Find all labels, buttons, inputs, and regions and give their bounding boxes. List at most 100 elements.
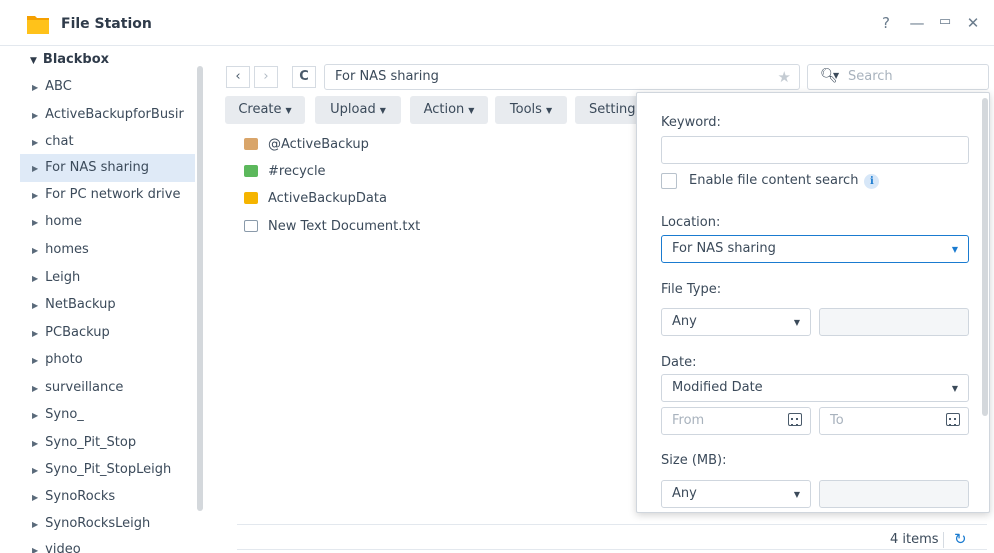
calendar-icon[interactable] [946, 413, 960, 426]
caret-right-icon: ▶ [32, 111, 39, 120]
caret-right-icon: ▶ [32, 356, 39, 365]
size-value-input[interactable] [819, 480, 969, 508]
date-from-input[interactable]: From [661, 407, 811, 435]
location-value: For NAS sharing [672, 241, 776, 256]
tree-item-label: homes [45, 242, 89, 257]
keyword-input[interactable] [661, 136, 969, 164]
refresh-icon[interactable]: ↻ [954, 530, 967, 548]
tree-item-syno[interactable]: ▶ Syno_ [20, 401, 195, 429]
tree-item-surveillance[interactable]: ▶ surveillance [20, 374, 195, 402]
date-to-input[interactable]: To [819, 407, 969, 435]
caret-down-icon: ▼ [285, 106, 292, 115]
caret-right-icon: ▶ [32, 493, 39, 502]
file-row[interactable]: #recycle [244, 159, 326, 185]
location-select[interactable]: For NAS sharing ▼ [661, 235, 969, 263]
refresh-button[interactable]: C [292, 66, 316, 88]
tree-item-label: Leigh [45, 270, 81, 285]
tree-item-chat[interactable]: ▶ chat [20, 128, 195, 156]
caret-down-icon: ▼ [793, 318, 800, 327]
path-bar[interactable]: For NAS sharing ★ [324, 64, 800, 90]
tree-item-syno-pit-stop[interactable]: ▶ Syno_Pit_Stop [20, 429, 195, 457]
date-to-placeholder: To [830, 413, 844, 428]
content-search-checkbox[interactable] [661, 173, 677, 189]
settings-label: Setting [589, 102, 636, 117]
upload-button[interactable]: Upload ▼ [315, 96, 401, 124]
minimize-button[interactable]: — [907, 14, 927, 32]
file-name: New Text Document.txt [268, 219, 421, 234]
panel-scrollbar[interactable] [982, 98, 988, 416]
tree-item-abc[interactable]: ▶ ABC [20, 73, 195, 101]
create-button[interactable]: Create ▼ [225, 96, 305, 124]
title-bar: File Station ? — ▭ ✕ [0, 0, 994, 46]
action-button[interactable]: Action ▼ [410, 96, 488, 124]
file-row[interactable]: ActiveBackupData [244, 186, 387, 212]
caret-right-icon: ▶ [32, 439, 39, 448]
info-icon[interactable]: i [864, 174, 880, 189]
tree-item-label: surveillance [45, 380, 124, 395]
tree-item-for-nas-sharing[interactable]: ▶ For NAS sharing [20, 154, 195, 182]
back-button[interactable]: ‹ [226, 66, 250, 88]
text-file-icon [244, 219, 258, 232]
tree-item-label: chat [45, 134, 74, 149]
tree-item-video[interactable]: ▶ video [20, 536, 195, 553]
filetype-select[interactable]: Any ▼ [661, 308, 811, 336]
tree-item-syno-pit-stopleigh[interactable]: ▶ Syno_Pit_StopLeigh [20, 456, 195, 484]
caret-right-icon: ▶ [32, 520, 39, 529]
size-value: Any [672, 486, 697, 501]
close-button[interactable]: ✕ [963, 14, 983, 32]
recycle-folder-icon [244, 164, 258, 177]
help-button[interactable]: ? [876, 14, 896, 32]
tools-button[interactable]: Tools ▼ [495, 96, 567, 124]
tree-item-home[interactable]: ▶ home [20, 208, 195, 236]
size-label: Size (MB): [661, 453, 727, 468]
tree-item-synorocksleigh[interactable]: ▶ SynoRocksLeigh [20, 510, 195, 538]
forward-button[interactable]: › [254, 66, 278, 88]
tree-item-homes[interactable]: ▶ homes [20, 236, 195, 264]
items-count: 4 items [890, 532, 939, 547]
file-station-icon [27, 16, 49, 34]
caret-down-icon: ▼ [30, 56, 37, 66]
search-placeholder: Search [848, 69, 893, 84]
tree-item-label: NetBackup [45, 297, 116, 312]
file-row[interactable]: New Text Document.txt [244, 214, 420, 240]
path-text: For NAS sharing [335, 69, 439, 84]
create-label: Create [238, 102, 282, 117]
filetype-extension-input[interactable] [819, 308, 969, 336]
divider [237, 524, 987, 525]
tree-item-label: SynoRocksLeigh [45, 516, 151, 531]
star-icon[interactable]: ★ [778, 68, 791, 86]
caret-right-icon: ▶ [32, 164, 39, 173]
search-input[interactable]: 🔍︎ ▼ Search [807, 64, 989, 90]
date-type-select[interactable]: Modified Date ▼ [661, 374, 969, 402]
keyword-label: Keyword: [661, 115, 721, 130]
tree-root-blackbox[interactable]: ▼ Blackbox [30, 52, 109, 67]
tree-item-synorocks[interactable]: ▶ SynoRocks [20, 483, 195, 511]
tree-item-label: home [45, 214, 83, 229]
tree-item-for-pc-network-drive[interactable]: ▶ For PC network drive [20, 181, 195, 209]
size-select[interactable]: Any ▼ [661, 480, 811, 508]
calendar-icon[interactable] [788, 413, 802, 426]
settings-button[interactable]: Setting [575, 96, 641, 124]
file-row[interactable]: @ActiveBackup [244, 132, 369, 158]
action-label: Action [423, 102, 465, 117]
tree-item-netbackup[interactable]: ▶ NetBackup [20, 291, 195, 319]
divider [943, 532, 944, 548]
caret-right-icon: ▶ [32, 138, 39, 147]
filetype-value: Any [672, 314, 697, 329]
tree-item-activebackup[interactable]: ▶ ActiveBackupforBusir [20, 101, 195, 129]
caret-down-icon: ▼ [951, 384, 958, 393]
maximize-button[interactable]: ▭ [935, 14, 955, 29]
tree-item-label: For NAS sharing [45, 160, 150, 175]
caret-down-icon: ▼ [951, 245, 958, 254]
caret-right-icon: ▶ [32, 384, 39, 393]
tree-item-photo[interactable]: ▶ photo [20, 346, 195, 374]
file-name: ActiveBackupData [268, 191, 387, 206]
caret-down-icon: ▼ [793, 490, 800, 499]
folder-tree: ▼ Blackbox ▶ ABC ▶ ActiveBackupforBusir ▶ ch… [0, 46, 206, 553]
file-name: #recycle [268, 164, 326, 179]
sidebar-scrollbar[interactable] [197, 66, 203, 511]
tree-item-pcbackup[interactable]: ▶ PCBackup [20, 319, 195, 347]
caret-right-icon: ▶ [32, 546, 39, 553]
caret-right-icon: ▶ [32, 191, 39, 200]
tree-item-leigh[interactable]: ▶ Leigh [20, 264, 195, 292]
